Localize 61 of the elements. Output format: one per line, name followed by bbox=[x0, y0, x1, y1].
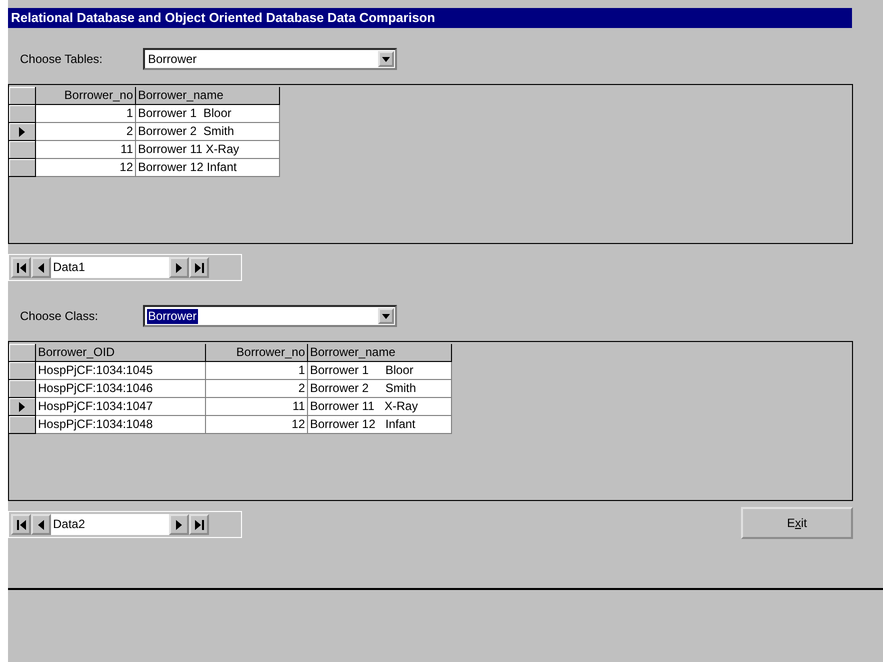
table-cell: Borrower 2 Smith bbox=[308, 380, 452, 398]
choose-class-label: Choose Class: bbox=[20, 309, 100, 323]
first-icon bbox=[16, 520, 26, 530]
choose-tables-label: Choose Tables: bbox=[20, 52, 104, 66]
table-cell: HospPjCF:1034:1045 bbox=[36, 362, 206, 380]
data-control-caption: Data2 bbox=[51, 514, 169, 535]
table-cell: HospPjCF:1034:1048 bbox=[36, 416, 206, 434]
column-header[interactable]: Borrower_no bbox=[36, 87, 136, 105]
table-cell: Borrower 11 X-Ray bbox=[136, 141, 280, 159]
row-selector[interactable] bbox=[9, 141, 36, 159]
dropdown-button[interactable] bbox=[378, 308, 394, 324]
row-selector[interactable] bbox=[9, 159, 36, 177]
previous-record-button[interactable] bbox=[31, 257, 51, 278]
caret-icon bbox=[382, 314, 390, 318]
table-cell: Borrower 12 Infant bbox=[136, 159, 280, 177]
table-cell: Borrower 11 X-Ray bbox=[308, 398, 452, 416]
table-cell: 12 bbox=[36, 159, 136, 177]
column-header[interactable]: Borrower_OID bbox=[36, 344, 206, 362]
next-icon bbox=[176, 262, 182, 272]
row-selector[interactable] bbox=[9, 416, 36, 434]
table-cell: HospPjCF:1034:1046 bbox=[36, 380, 206, 398]
row-selector[interactable] bbox=[9, 362, 36, 380]
table-cell: HospPjCF:1034:1047 bbox=[36, 398, 206, 416]
previous-icon bbox=[38, 262, 44, 272]
row-selector[interactable] bbox=[9, 380, 36, 398]
previous-record-button[interactable] bbox=[31, 514, 51, 535]
last-icon bbox=[194, 520, 204, 530]
last-icon bbox=[194, 262, 204, 272]
previous-icon bbox=[38, 520, 44, 530]
caret-icon bbox=[382, 56, 390, 62]
row-selector[interactable] bbox=[9, 105, 36, 123]
table-cell: 2 bbox=[36, 123, 136, 141]
exit-button[interactable]: Exit bbox=[741, 507, 853, 539]
window-title: Relational Database and Object Oriented Database Data Comparison bbox=[8, 8, 852, 28]
next-icon bbox=[176, 520, 182, 530]
dropdown-button[interactable] bbox=[378, 51, 394, 67]
next-record-button[interactable] bbox=[169, 514, 189, 535]
table-cell: Borrower 12 Infant bbox=[308, 416, 452, 434]
table-cell: 11 bbox=[206, 398, 308, 416]
last-record-button[interactable] bbox=[189, 257, 209, 278]
first-record-button[interactable] bbox=[11, 514, 31, 535]
tables-combo-box[interactable]: Borrower bbox=[143, 48, 397, 70]
table-cell: 1 bbox=[36, 105, 136, 123]
data-control-caption: Data1 bbox=[51, 257, 169, 278]
table-cell: Borrower 1 Bloor bbox=[136, 105, 280, 123]
first-record-button[interactable] bbox=[11, 257, 31, 278]
column-header[interactable]: Borrower_no bbox=[206, 344, 308, 362]
row-selector[interactable] bbox=[9, 398, 36, 416]
class-combo-box[interactable]: Borrower bbox=[143, 305, 397, 327]
row-selector[interactable] bbox=[9, 123, 36, 141]
column-header[interactable]: Borrower_name bbox=[136, 87, 280, 105]
table-cell: Borrower 1 Bloor bbox=[308, 362, 452, 380]
next-record-button[interactable] bbox=[169, 257, 189, 278]
table-cell: Borrower 2 Smith bbox=[136, 123, 280, 141]
table-cell: 12 bbox=[206, 416, 308, 434]
last-record-button[interactable] bbox=[189, 514, 209, 535]
table-cell: 11 bbox=[36, 141, 136, 159]
first-icon bbox=[16, 262, 26, 272]
table-cell: 1 bbox=[206, 362, 308, 380]
column-header[interactable]: Borrower_name bbox=[308, 344, 452, 362]
table-cell: 2 bbox=[206, 380, 308, 398]
